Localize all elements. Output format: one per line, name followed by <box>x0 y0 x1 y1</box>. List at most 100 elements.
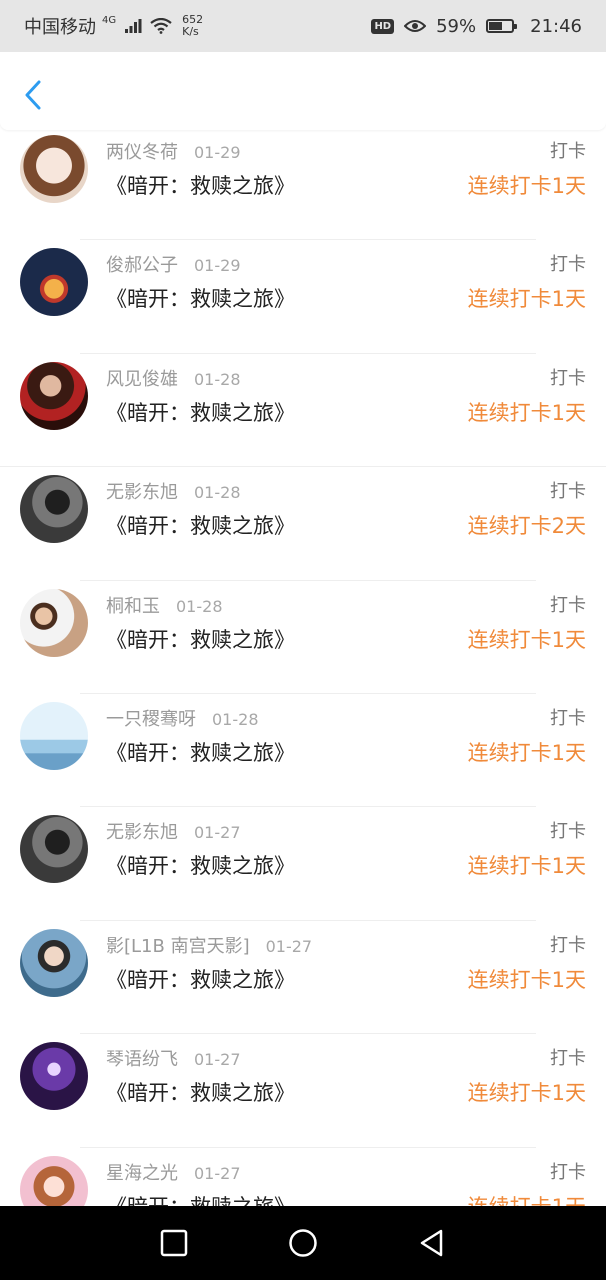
avatar[interactable] <box>20 361 88 430</box>
hd-icon: HD <box>371 18 395 34</box>
status-left: 中国移动 4G 652 K/s <box>24 13 203 39</box>
checkin-date: 01-29 <box>194 143 241 162</box>
status-right: HD 59% 21:46 <box>371 16 582 37</box>
user-name[interactable]: 俊郝公子 <box>106 255 178 276</box>
streak-label: 连续打卡1天 <box>467 1081 586 1106</box>
user-line: 一只稷骞呀 01-28 <box>106 705 259 731</box>
checkin-tag: 打卡 <box>550 594 586 616</box>
streak-label: 连续打卡1天 <box>468 1191 586 1206</box>
network-type: 4G <box>102 14 117 26</box>
avatar[interactable] <box>20 248 88 317</box>
avatar[interactable] <box>20 475 88 544</box>
avatar[interactable] <box>20 815 88 884</box>
clock: 21:46 <box>530 15 582 37</box>
user-name[interactable]: 桐和玉 <box>106 596 160 617</box>
streak-label: 连续打卡1天 <box>467 740 586 765</box>
eye-icon <box>404 20 427 32</box>
carrier-label: 中国移动 <box>24 17 96 38</box>
user-name[interactable]: 琴语纷飞 <box>106 1049 178 1070</box>
battery-icon <box>486 19 518 33</box>
avatar[interactable] <box>20 135 88 203</box>
status-bar: 中国移动 4G 652 K/s HD 59% 21:46 <box>0 0 606 52</box>
checkin-date: 01-27 <box>194 1163 241 1183</box>
checkin-date: 01-28 <box>194 369 241 389</box>
network-speed: 652 K/s <box>182 14 203 38</box>
streak-label: 连续打卡1天 <box>467 174 586 198</box>
list-item[interactable]: 俊郝公子 01-29 《暗开：救赎之旅》 打卡连续打卡1天 <box>0 240 606 354</box>
checkin-tag: 打卡 <box>550 707 586 729</box>
book-title: 《暗开：救赎之旅》 <box>106 174 295 198</box>
list-item[interactable]: 星海之光 01-27 《暗开：救赎之旅》 打卡连续打卡1天 <box>0 1148 606 1206</box>
list-item[interactable]: 影[L1B 南宫天影] 01-27 《暗开：救赎之旅》 打卡连续打卡1天 <box>0 921 606 1035</box>
user-line: 俊郝公子 01-29 <box>106 251 241 277</box>
triangle-back-icon[interactable] <box>417 1228 447 1258</box>
book-title: 《暗开：救赎之旅》 <box>106 1191 295 1206</box>
user-line: 无影东旭 01-28 <box>106 478 241 504</box>
checkin-tag: 打卡 <box>550 1048 586 1070</box>
streak-label: 连续打卡1天 <box>467 854 586 879</box>
checkin-tag: 打卡 <box>550 821 586 843</box>
book-title: 《暗开：救赎之旅》 <box>106 740 295 765</box>
checkin-date: 01-29 <box>194 256 241 276</box>
streak-label: 连续打卡1天 <box>467 967 586 992</box>
user-line: 无影东旭 01-27 <box>106 818 241 844</box>
user-line: 桐和玉 01-28 <box>106 592 223 618</box>
book-title: 《暗开：救赎之旅》 <box>106 1081 295 1106</box>
book-title: 《暗开：救赎之旅》 <box>106 967 295 992</box>
checkin-tag: 打卡 <box>550 1161 586 1183</box>
circle-icon[interactable] <box>288 1228 318 1258</box>
wifi-icon <box>150 18 172 34</box>
user-name[interactable]: 一只稷骞呀 <box>106 709 196 730</box>
book-title: 《暗开：救赎之旅》 <box>106 287 295 312</box>
streak-label: 连续打卡1天 <box>467 400 586 425</box>
list-item[interactable]: 无影东旭 01-27 《暗开：救赎之旅》 打卡 连续打卡1天 <box>0 807 606 921</box>
streak-label: 连续打卡2天 <box>467 514 586 539</box>
avatar[interactable] <box>20 701 88 770</box>
checkin-date: 01-27 <box>194 1050 241 1070</box>
checkin-tag: 打卡 <box>550 254 586 276</box>
avatar[interactable] <box>20 1042 88 1111</box>
list-item[interactable]: 桐和玉 01-28 《暗开：救赎之旅》 打卡连续打卡1天 <box>0 581 606 694</box>
checkin-date: 01-28 <box>176 596 223 616</box>
avatar[interactable] <box>20 1155 88 1206</box>
list-item[interactable]: 两仪冬荷 01-29 《暗开：救赎之旅》 打卡连续打卡1天 <box>0 130 606 241</box>
user-line: 风见俊雄 01-28 <box>106 365 241 391</box>
book-title: 《暗开：救赎之旅》 <box>106 627 295 652</box>
checkin-date: 01-27 <box>265 936 313 956</box>
user-line: 星海之光 01-27 <box>106 1159 241 1185</box>
user-name[interactable]: 无影东旭 <box>106 822 178 843</box>
list-item[interactable]: 一只稷骞呀 01-28 《暗开：救赎之旅》 打卡连续打卡1天 <box>0 694 606 808</box>
avatar[interactable] <box>20 588 88 657</box>
list-item[interactable]: 风见俊雄 01-28 《暗开：救赎之旅》 打卡连续打卡1天 <box>0 354 606 468</box>
book-title: 《暗开：救赎之旅》 <box>106 514 295 539</box>
book-title: 《暗开：救赎之旅》 <box>106 400 295 425</box>
list-item[interactable]: 琴语纷飞 01-27 《暗开：救赎之旅》 打卡连续打卡1天 <box>0 1034 606 1148</box>
streak-label: 连续打卡1天 <box>467 627 586 652</box>
checkin-tag: 打卡 <box>550 481 586 503</box>
checkin-date: 01-28 <box>212 709 259 729</box>
checkin-date: 01-27 <box>194 823 241 843</box>
back-button[interactable] <box>18 78 48 112</box>
user-line: 影[L1B 南宫天影] 01-27 <box>106 932 312 958</box>
checkin-date: 01-28 <box>194 483 241 503</box>
checkin-tag: 打卡 <box>550 934 586 956</box>
user-name[interactable]: 无影东旭 <box>106 482 178 503</box>
system-nav-bar <box>0 1206 606 1280</box>
checkin-list: 两仪冬荷 01-29 《暗开：救赎之旅》 打卡 连续打卡1天 俊郝公子 01-29 《暗开：救… <box>0 130 606 1206</box>
user-name[interactable]: 两仪冬荷 <box>106 142 178 163</box>
battery-percent: 59% <box>436 15 477 37</box>
square-icon[interactable] <box>159 1228 189 1258</box>
checkin-tag: 打卡 <box>550 141 586 162</box>
checkin-tag: 打卡 <box>550 367 586 389</box>
battery-fill <box>489 22 503 30</box>
user-name[interactable]: 风见俊雄 <box>106 369 178 390</box>
app-header <box>0 52 606 130</box>
user-line: 琴语纷飞 01-27 <box>106 1045 241 1071</box>
list-item[interactable]: 无影东旭 01-28 《暗开：救赎之旅》 打卡连续打卡2天 <box>0 467 606 581</box>
speed-unit: K/s <box>182 25 199 38</box>
streak-label: 连续打卡1天 <box>467 287 586 312</box>
user-name[interactable]: 影[L1B 南宫天影] <box>106 936 250 957</box>
avatar[interactable] <box>20 928 88 997</box>
signal-icon <box>125 19 142 33</box>
user-name[interactable]: 星海之光 <box>106 1163 178 1184</box>
